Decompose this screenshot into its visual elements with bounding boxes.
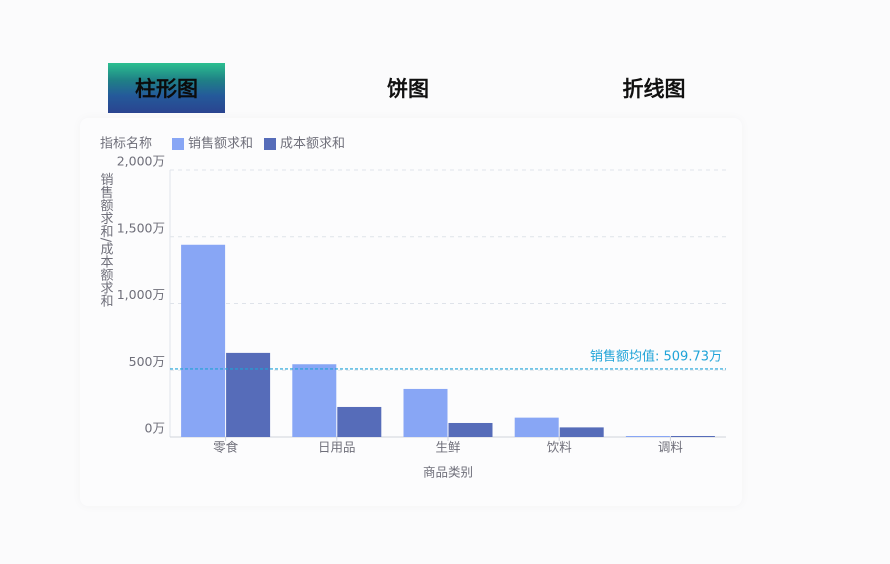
y-tick-label: 1,000万 [117, 287, 165, 302]
legend-swatch-cost [264, 138, 276, 150]
x-tick-label: 日用品 [318, 440, 356, 455]
average-reference-label: 销售额均值: 509.73万 [590, 348, 722, 364]
bar-chart: 0万 500万 1,000万 1,500万 2,000万零食 日用品 生鲜 饮料 调料 销售额均值… [98, 136, 726, 480]
y-tick-label: 2,000万 [117, 154, 165, 169]
legend-label-cost: 成本额求和 [280, 137, 345, 152]
x-axis-title: 商品类别 [423, 465, 473, 480]
x-tick-label: 零食 [213, 440, 239, 455]
legend-swatch-sales [172, 138, 184, 150]
bar-cost [448, 422, 493, 437]
bar-sales [625, 436, 670, 437]
y-tick-label: 0万 [145, 421, 165, 436]
bar-cost [670, 436, 715, 437]
y-tick-label: 500万 [129, 354, 165, 369]
x-tick-label: 饮料 [547, 440, 573, 455]
x-tick-label: 生鲜 [435, 440, 460, 455]
bar-sales [181, 244, 226, 437]
bar-cost [559, 427, 604, 437]
bar-sales [514, 417, 559, 437]
y-tick-label: 1,500万 [117, 220, 165, 235]
y-axis-title: 销售额求和/成本额求和 [98, 173, 114, 308]
legend-label-sales: 销售额求和 [188, 136, 253, 152]
bar-cost [226, 352, 271, 437]
legend-title: 指标名称 [100, 136, 152, 152]
bar-cost [337, 406, 382, 437]
x-tick-label: 调料 [658, 440, 684, 455]
bar-sales [292, 364, 337, 437]
bar-sales [403, 388, 448, 437]
